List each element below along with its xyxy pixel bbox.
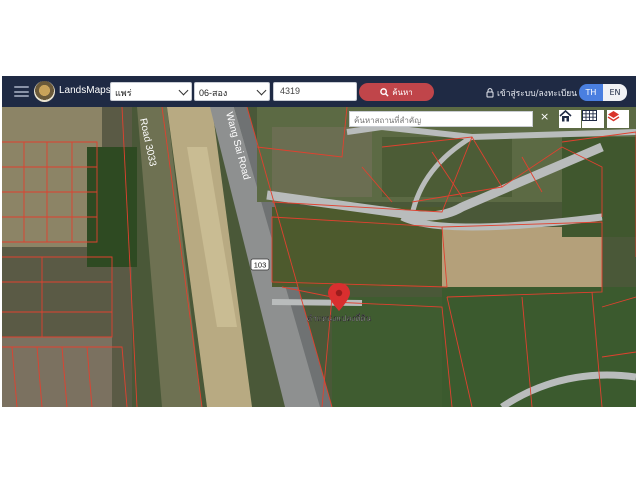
place-search-placeholder: ค้นหาสถานที่สำคัญ [354,116,422,125]
login-label: เข้าสู่ระบบ/ลงทะเบียน [497,89,578,99]
marker-label: ตำแหน่งแปลงที่ดิน [307,312,372,323]
lock-icon [486,88,494,98]
search-icon [380,87,389,97]
brand-name: LandsMaps [59,85,111,96]
landsmaps-app: LandsMaps แพร่ 06-สอง 4319 ค้นหา เข้าสู่… [2,76,636,407]
search-button-label: ค้นหา [392,87,413,97]
chevron-down-icon [256,85,267,96]
parcel-number-value: 4319 [280,86,301,96]
logo-icon [34,81,55,102]
top-navigation-bar: LandsMaps แพร่ 06-สอง 4319 ค้นหา เข้าสู่… [2,76,636,107]
place-search-input[interactable]: ค้นหาสถานที่สำคัญ [349,111,533,127]
district-select-value: 06-สอง [199,88,228,98]
home-icon [559,110,572,122]
chevron-down-icon [178,85,189,96]
search-button[interactable]: ค้นหา [359,83,434,101]
grid-button[interactable] [582,110,604,128]
layers-button[interactable] [607,110,629,128]
province-select[interactable]: แพร่ [110,82,192,101]
route-shield-label: 103 [254,261,267,270]
province-select-value: แพร่ [115,88,132,98]
close-icon[interactable]: × [540,110,549,123]
menu-icon[interactable] [14,86,29,97]
satellite-map[interactable]: 103 Road 3033 Wang Sai Road ตำแหน่งแปลงท… [2,107,636,407]
grid-icon [582,110,597,121]
map-canvas[interactable]: 103 Road 3033 Wang Sai Road ตำแหน่งแปลงท… [2,107,636,407]
home-button[interactable] [559,110,581,128]
layers-icon [607,111,620,122]
lang-th-button[interactable]: TH [579,84,603,101]
lang-en-button[interactable]: EN [603,84,627,101]
parcel-number-input[interactable]: 4319 [273,82,357,101]
district-select[interactable]: 06-สอง [194,82,270,101]
login-link[interactable]: เข้าสู่ระบบ/ลงทะเบียน [486,86,577,100]
